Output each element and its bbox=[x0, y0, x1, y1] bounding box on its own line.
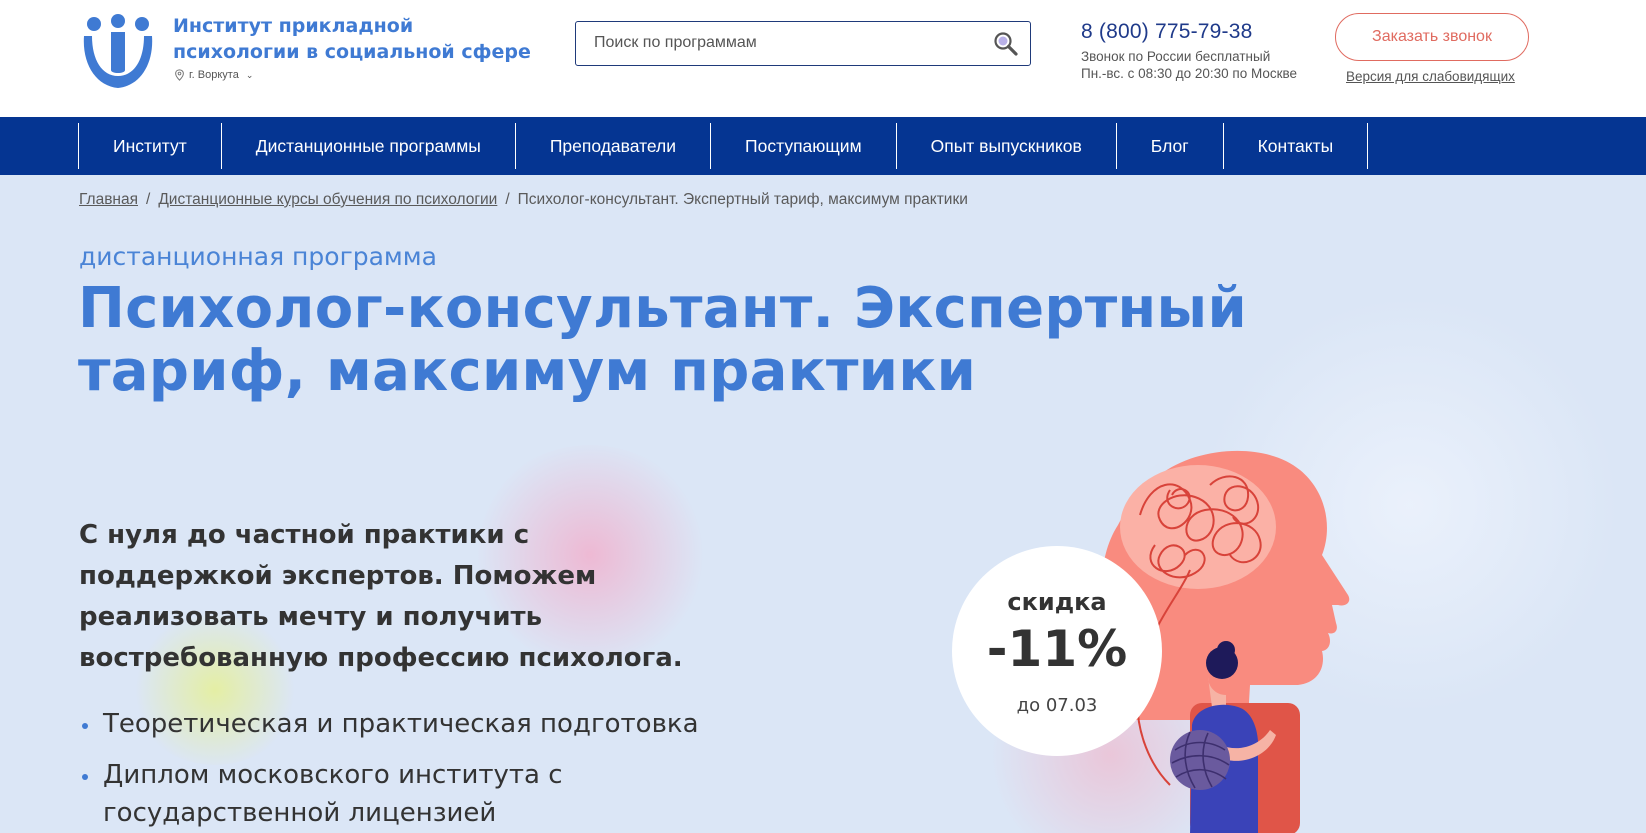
discount-label: скидка bbox=[1007, 588, 1107, 616]
list-item: Диплом московского института с государст… bbox=[79, 756, 739, 832]
institute-logo-icon[interactable] bbox=[78, 14, 158, 92]
phone-note-line-2: Пн.-вс. с 08:30 до 20:30 по Москве bbox=[1081, 66, 1298, 81]
nav-item-contacts[interactable]: Контакты bbox=[1224, 123, 1369, 169]
list-item: Теоретическая и практическая подготовка bbox=[79, 705, 739, 743]
location-pin-icon bbox=[175, 69, 184, 81]
search-icon[interactable] bbox=[992, 30, 1020, 58]
chevron-down-icon: ⌄ bbox=[245, 69, 254, 80]
city-name: г. Воркута bbox=[189, 69, 239, 81]
phone-note-line-1: Звонок по России бесплатный bbox=[1081, 49, 1271, 64]
city-selector[interactable]: г. Воркута ⌄ bbox=[174, 69, 253, 81]
breadcrumb: Главная / Дистанционные курсы обучения п… bbox=[79, 191, 968, 209]
page-title: Психолог-консультант. Экспертный тариф, … bbox=[78, 276, 1248, 404]
accessible-version-link[interactable]: Версия для слабовидящих bbox=[1346, 69, 1515, 84]
hero-lead-text: С нуля до частной практики с поддержкой … bbox=[79, 520, 683, 673]
nav-item-institute[interactable]: Институт bbox=[79, 123, 222, 169]
search-box bbox=[575, 21, 1031, 66]
breadcrumb-separator: / bbox=[146, 191, 151, 208]
search-input[interactable] bbox=[594, 22, 974, 64]
nav-item-applicants[interactable]: Поступающим bbox=[711, 123, 897, 169]
main-nav: Институт Дистанционные программы Препода… bbox=[0, 117, 1646, 175]
breadcrumb-separator: / bbox=[505, 191, 510, 208]
discount-badge: скидка -11% до 07.03 bbox=[952, 546, 1162, 756]
hero-section: Главная / Дистанционные курсы обучения п… bbox=[0, 175, 1646, 833]
discount-expiry: до 07.03 bbox=[1016, 695, 1098, 716]
nav-item-graduates[interactable]: Опыт выпускников bbox=[897, 123, 1117, 169]
nav-item-teachers[interactable]: Преподаватели bbox=[516, 123, 712, 169]
discount-value: -11% bbox=[986, 620, 1128, 678]
breadcrumb-current: Психолог-консультант. Экспертный тариф, … bbox=[517, 191, 968, 208]
phone-note: Звонок по России бесплатный Пн.-вс. с 08… bbox=[1081, 48, 1297, 82]
feature-list: Теоретическая и практическая подготовка … bbox=[79, 705, 739, 833]
nav-item-remote-programs[interactable]: Дистанционные программы bbox=[222, 123, 516, 169]
breadcrumb-section-link[interactable]: Дистанционные курсы обучения по психолог… bbox=[158, 191, 497, 209]
brand-title[interactable]: Институт прикладной психологии в социаль… bbox=[173, 13, 543, 65]
breadcrumb-home-link[interactable]: Главная bbox=[79, 191, 138, 209]
nav-item-blog[interactable]: Блог bbox=[1117, 123, 1224, 169]
program-type-label: дистанционная программа bbox=[79, 242, 437, 271]
order-callback-button[interactable]: Заказать звонок bbox=[1335, 13, 1529, 61]
phone-number[interactable]: 8 (800) 775-79-38 bbox=[1081, 20, 1253, 44]
site-header: Институт прикладной психологии в социаль… bbox=[0, 0, 1646, 117]
